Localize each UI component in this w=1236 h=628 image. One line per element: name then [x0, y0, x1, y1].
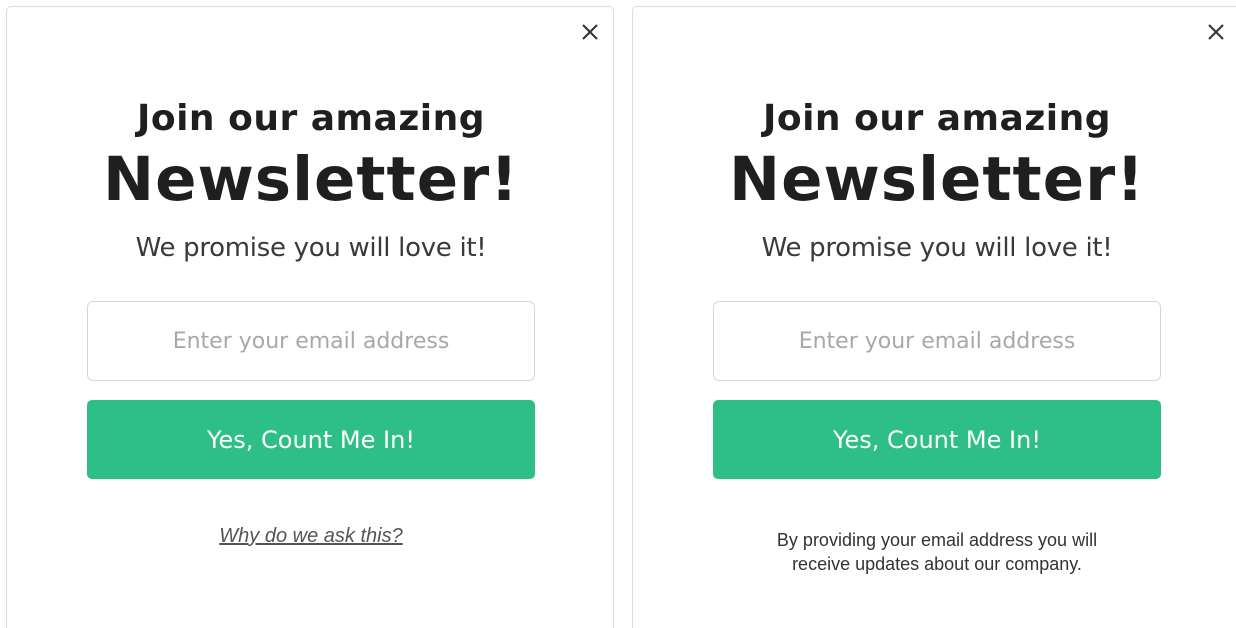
email-field[interactable] [713, 301, 1161, 381]
subscribe-button[interactable]: Yes, Count Me In! [713, 400, 1161, 479]
why-do-we-ask-link[interactable]: Why do we ask this? [7, 525, 615, 548]
subline: We promise you will love it! [761, 233, 1113, 263]
close-button[interactable] [579, 21, 601, 43]
headline-small: Join our amazing [762, 98, 1112, 139]
close-icon [1208, 24, 1224, 40]
close-icon [582, 24, 598, 40]
headline-big: Newsletter! [729, 144, 1145, 215]
headline-small: Join our amazing [136, 98, 486, 139]
stage: Join our amazing Newsletter! We promise … [0, 0, 1236, 628]
newsletter-popup-variant-a: Join our amazing Newsletter! We promise … [6, 6, 614, 628]
disclaimer-line: receive updates about our company. [792, 554, 1082, 574]
newsletter-popup-variant-b: Join our amazing Newsletter! We promise … [632, 6, 1236, 628]
email-field[interactable] [87, 301, 535, 381]
headline-big: Newsletter! [103, 144, 519, 215]
close-button[interactable] [1205, 21, 1227, 43]
disclaimer-line: By providing your email address you will [776, 530, 1098, 550]
subscribe-button[interactable]: Yes, Count Me In! [87, 400, 535, 479]
subline: We promise you will love it! [135, 233, 487, 263]
privacy-disclaimer: By providing your email address you will… [633, 528, 1236, 576]
